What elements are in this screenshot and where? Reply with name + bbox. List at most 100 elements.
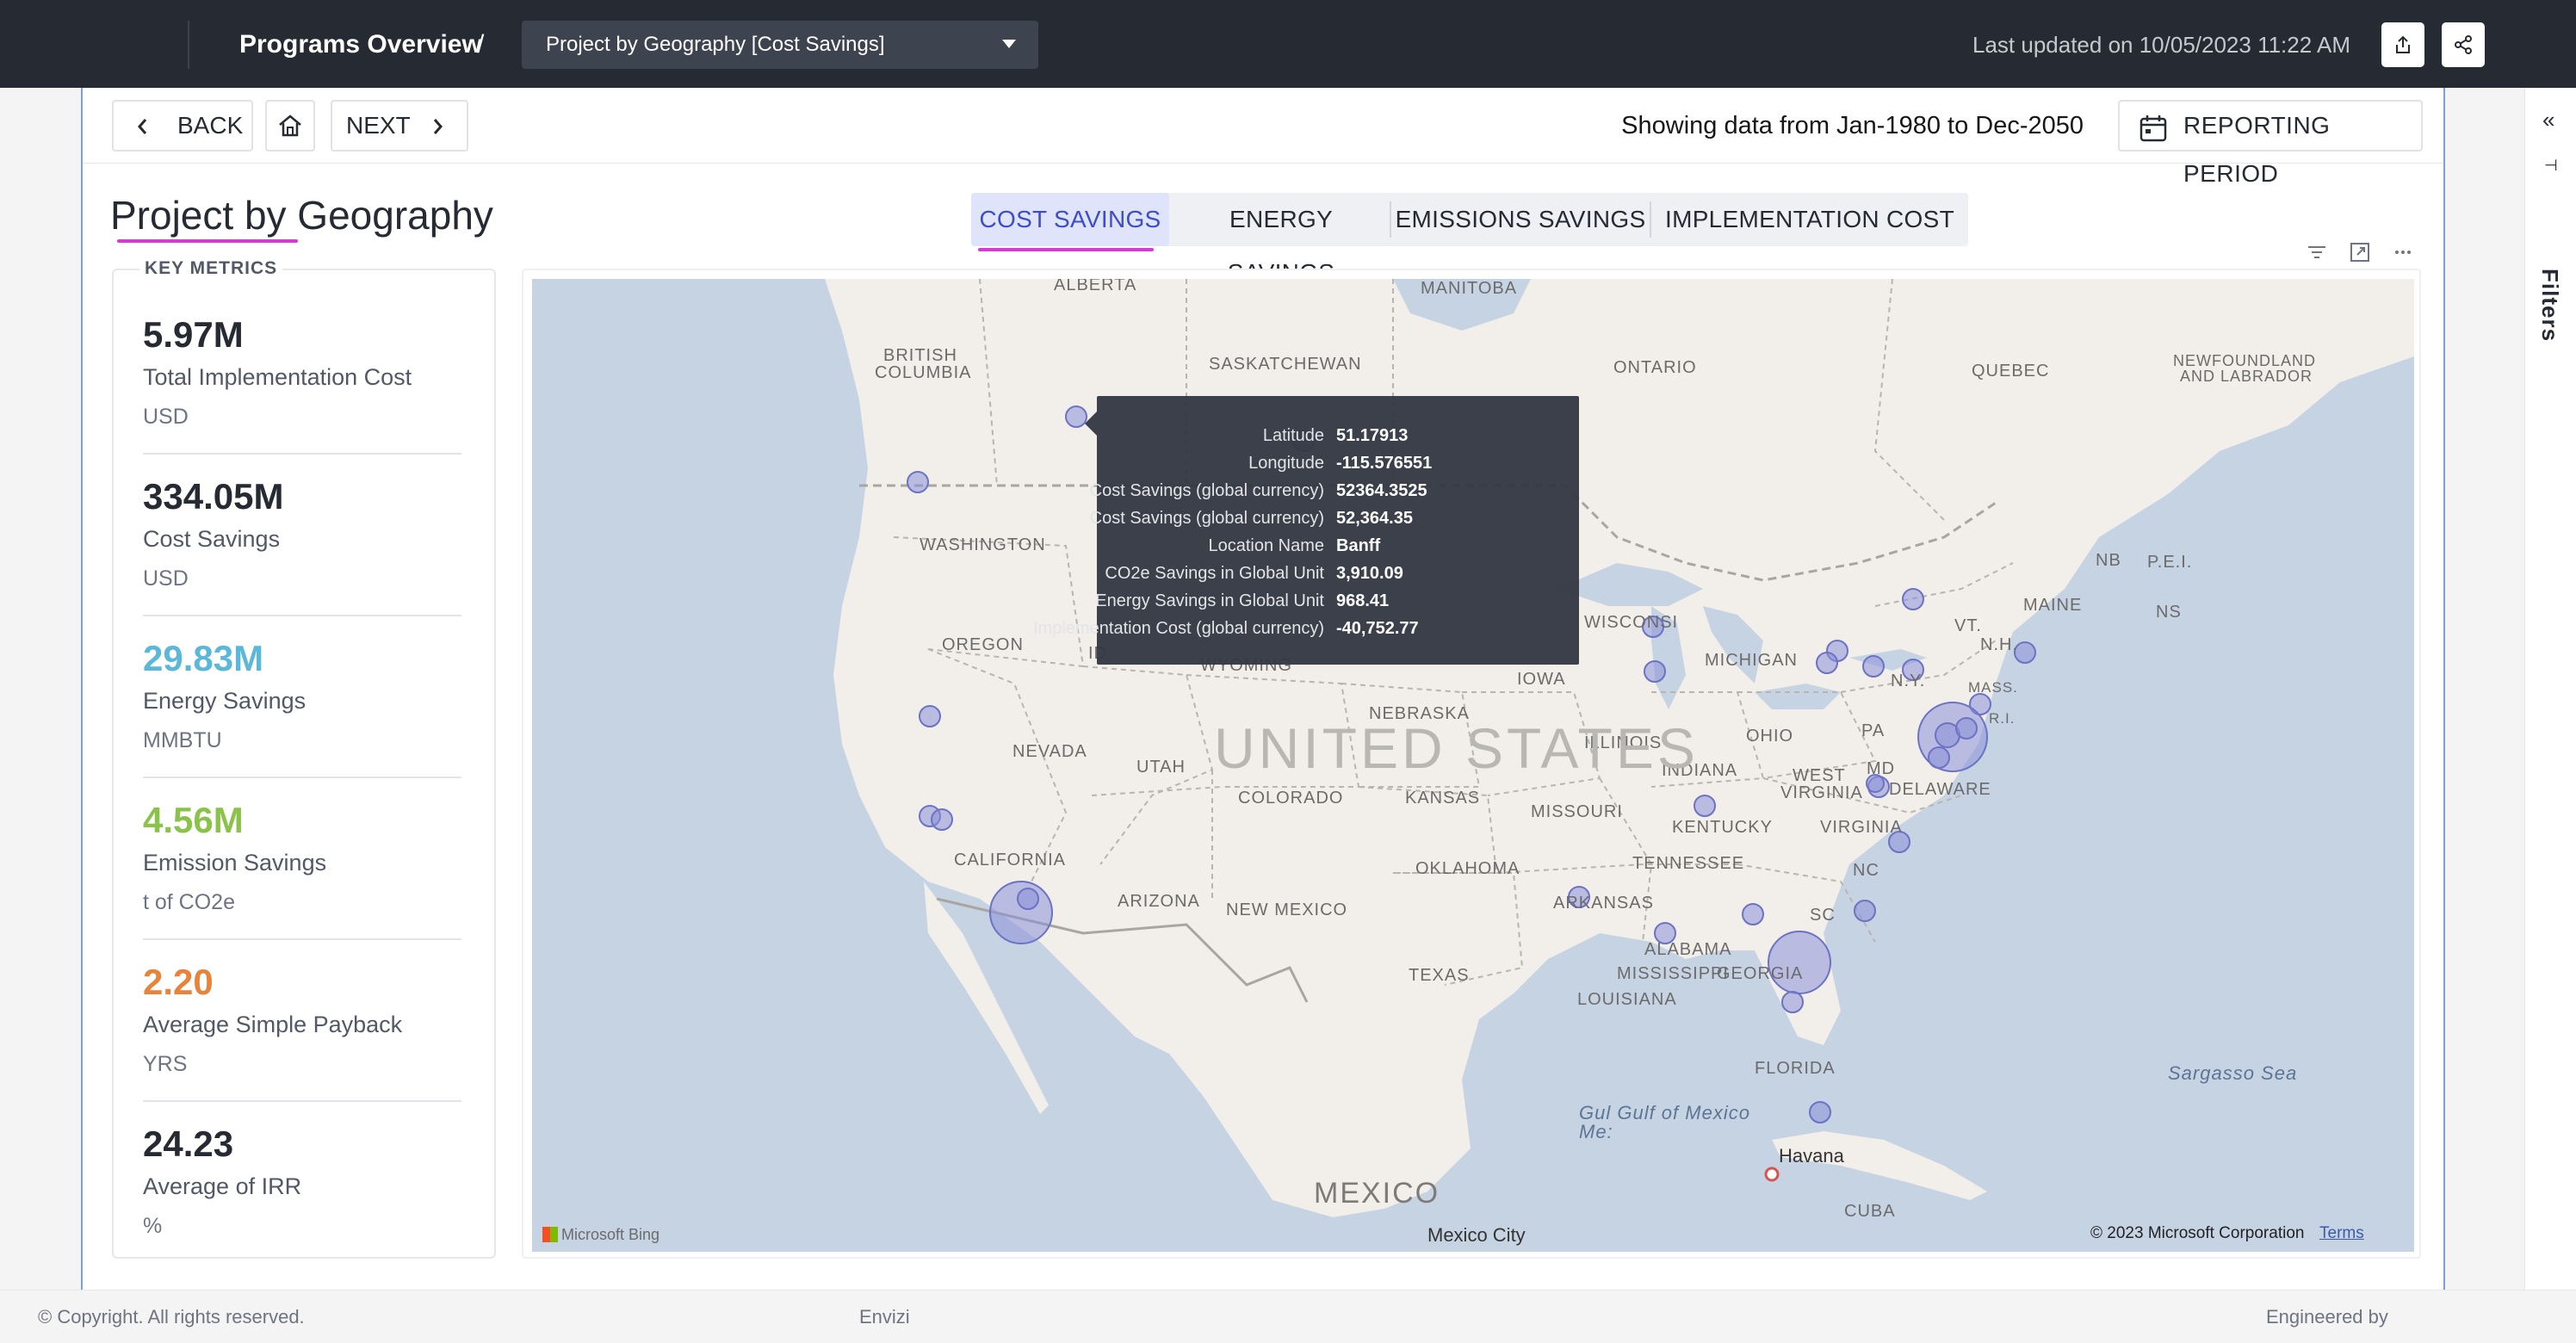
back-button[interactable]: BACK — [112, 100, 253, 152]
map-bubble[interactable] — [1017, 888, 1039, 910]
export-button[interactable] — [2381, 22, 2424, 67]
tab-emissions-savings[interactable]: EMISSIONS SAVINGS — [1393, 193, 1648, 246]
focus-mode-icon[interactable] — [2347, 239, 2373, 265]
share-button[interactable] — [2442, 22, 2485, 67]
map-label: MD — [1867, 759, 1896, 778]
map-bubble[interactable] — [1854, 900, 1876, 922]
tab-divider — [1650, 201, 1651, 238]
tooltip-value: 52364.3525 — [1336, 481, 1427, 500]
map-bubble[interactable] — [1902, 588, 1924, 610]
map-bubble[interactable] — [1955, 717, 1978, 740]
metric-value: 24.23 — [143, 1123, 234, 1164]
title-underline — [117, 239, 298, 243]
tab-emissions-savings-label: EMISSIONS SAVINGS — [1395, 206, 1646, 232]
next-button[interactable]: NEXT — [331, 100, 468, 152]
map-label: OHIO — [1746, 727, 1794, 746]
map-bubble[interactable] — [1065, 405, 1087, 428]
map-label: MISSOURI — [1531, 802, 1623, 821]
map-label: UTAH — [1136, 758, 1186, 777]
map-label: QUEBEC — [1972, 362, 2050, 381]
map-label: MICHIGAN — [1705, 651, 1798, 670]
metric-cost-savings: 334.05M Cost Savings USD — [143, 473, 461, 635]
tooltip-key: CO2e Savings in Global Unit — [1105, 564, 1324, 583]
map-label: NEW MEXICO — [1226, 900, 1348, 919]
tooltip-key: Implementation Cost (global currency) — [1033, 619, 1324, 638]
map-bubble[interactable] — [1781, 991, 1804, 1013]
map-label: KANSAS — [1405, 789, 1481, 808]
microsoft-logo-icon — [542, 1227, 558, 1242]
tab-energy-savings[interactable]: ENERGY SAVINGS — [1174, 193, 1388, 286]
map-bubble[interactable] — [1862, 655, 1885, 678]
map-label: ALBERTA — [1054, 279, 1137, 294]
map-bubble[interactable] — [919, 705, 941, 727]
metric-total-implementation-cost: 5.97M Total Implementation Cost USD — [143, 312, 461, 473]
metric-average-simple-payback: 2.20 Average Simple Payback YRS — [143, 959, 461, 1121]
map-label: VIRGINIA — [1820, 818, 1903, 837]
metric-divider — [143, 453, 461, 455]
tooltip-key: Longitude — [1248, 454, 1324, 473]
reporting-period-label: REPORTING PERIOD — [2183, 112, 2331, 187]
key-metrics-card: KEY METRICS 5.97M Total Implementation C… — [112, 258, 496, 1259]
top-header: Programs Overview / Project by Geography… — [0, 0, 2576, 88]
tab-cost-savings-label: COST SAVINGS — [979, 206, 1161, 232]
chevron-right-icon — [433, 119, 443, 134]
filter-icon[interactable] — [2304, 239, 2330, 265]
map-label: N.H. — [1980, 635, 2018, 654]
home-button[interactable] — [265, 100, 315, 152]
metric-unit: USD — [143, 566, 189, 591]
tooltip-row: Cost Savings (global currency) 52364.3525 — [1090, 477, 1579, 504]
tooltip-key: Location Name — [1208, 536, 1324, 555]
report-select[interactable]: Project by Geography [Cost Savings] — [522, 21, 1038, 69]
sea-label-gulf-of-mexico-2: Me: — [1579, 1121, 1613, 1142]
breadcrumb-programs-overview[interactable]: Programs Overview — [239, 28, 482, 62]
metric-value: 2.20 — [143, 962, 214, 1002]
map-label: CALIFORNIA — [954, 851, 1067, 870]
reporting-period-button[interactable]: REPORTING PERIOD — [2118, 100, 2423, 187]
tooltip-key: Cost Savings (global currency) — [1089, 509, 1324, 528]
metric-average-irr: 24.23 Average of IRR % — [143, 1121, 461, 1283]
map-label: TENNESSEE — [1632, 854, 1745, 873]
map-bubble[interactable] — [1809, 1101, 1831, 1123]
map-bubble[interactable] — [1816, 652, 1838, 674]
visual-header-icons — [2304, 239, 2459, 265]
map-terms-link[interactable]: Terms — [2319, 1224, 2364, 1243]
tooltip-key: Latitude — [1262, 426, 1324, 445]
metric-value: 334.05M — [143, 476, 284, 517]
map-bubble[interactable] — [1694, 795, 1716, 817]
map-label: KENTUCKY — [1672, 818, 1773, 837]
metric-divider — [143, 938, 461, 940]
map-label: SASKATCHEWAN — [1209, 355, 1362, 374]
collapse-icon[interactable]: « — [2542, 107, 2554, 133]
tab-cost-savings[interactable]: COST SAVINGS — [971, 193, 1169, 251]
more-options-icon[interactable] — [2390, 239, 2416, 265]
header-divider — [188, 21, 189, 69]
metric-label: Energy Savings — [143, 688, 307, 714]
map-label: NB — [2096, 551, 2121, 570]
sea-label-gulf-of-mexico: Gul Gulf of Mexico — [1579, 1102, 1750, 1123]
map-label: OREGON — [942, 635, 1024, 654]
metric-unit: t of CO2e — [143, 890, 235, 914]
map-label: FLORIDA — [1755, 1059, 1836, 1078]
map-bubble[interactable] — [931, 808, 953, 831]
tooltip-value: 52,364.35 — [1336, 509, 1413, 528]
tab-implementation-cost[interactable]: IMPLEMENTATION COST — [1653, 193, 1966, 246]
map-label: PA — [1861, 721, 1886, 740]
map-label: SC — [1810, 906, 1836, 925]
map-label: OKLAHOMA — [1415, 859, 1520, 878]
metric-energy-savings: 29.83M Energy Savings MMBTU — [143, 635, 461, 797]
filters-rail[interactable]: « ⊣ Filters — [2524, 88, 2576, 1290]
metric-emission-savings: 4.56M Emission Savings t of CO2e — [143, 797, 461, 959]
page-footer: © Copyright. All rights reserved. Envizi… — [0, 1290, 2576, 1343]
map-label: AND LABRADOR — [2180, 368, 2313, 385]
map-bubble[interactable] — [1928, 746, 1950, 769]
filters-label[interactable]: Filters — [2536, 269, 2563, 342]
metric-value: 29.83M — [143, 638, 264, 678]
map-bubble[interactable] — [1742, 903, 1764, 925]
map-bubble[interactable] — [1768, 931, 1831, 994]
tooltip-row: Cost Savings (global currency) 52,364.35 — [1090, 504, 1579, 532]
metric-unit: USD — [143, 405, 189, 429]
tab-bar: COST SAVINGS ENERGY SAVINGS EMISSIONS SA… — [971, 193, 1968, 286]
bing-attribution: Microsoft Bing — [542, 1226, 659, 1243]
map-bubble[interactable] — [1644, 660, 1666, 683]
map-bubble[interactable] — [907, 471, 929, 493]
